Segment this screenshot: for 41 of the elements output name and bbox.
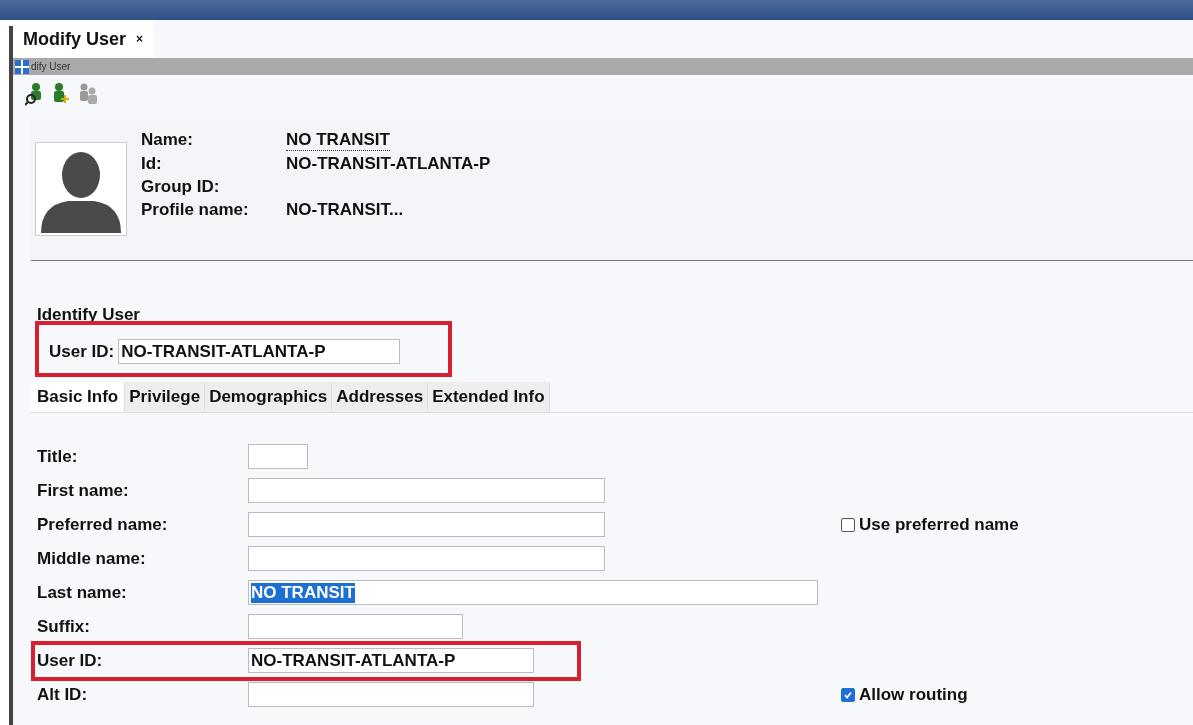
tab[interactable]: Addresses — [332, 382, 429, 412]
field-label: Profile name: — [141, 200, 249, 220]
document-tab[interactable]: Modify User × — [13, 20, 154, 58]
field-label: Middle name: — [37, 548, 147, 569]
input-field[interactable] — [248, 512, 605, 537]
checkbox-label: Allow routing — [859, 684, 968, 705]
add-user-icon[interactable] — [51, 82, 71, 106]
field-label: User ID: — [37, 650, 104, 671]
section-title: Identify User — [36, 307, 141, 321]
input-field[interactable] — [248, 444, 308, 469]
field-label: First name: — [37, 480, 130, 501]
tab[interactable]: Demographics — [205, 382, 333, 412]
check-icon — [843, 689, 853, 700]
field-value: NO-TRANSIT-ATLANTA-P — [286, 154, 491, 174]
checkbox[interactable] — [841, 517, 855, 532]
name-link[interactable]: NO TRANSIT — [286, 130, 390, 151]
close-button[interactable]: × — [136, 32, 144, 46]
field-label: Preferred name: — [37, 514, 169, 535]
subheader-title: dify User — [31, 61, 71, 72]
input-field[interactable]: NO-TRANSIT-ATLANTA-P — [248, 648, 534, 673]
input-field[interactable] — [248, 478, 605, 503]
input-field[interactable] — [248, 614, 463, 639]
checkbox[interactable] — [841, 687, 855, 702]
field-label: Name: — [141, 130, 193, 150]
field-label: Last name: — [37, 582, 128, 603]
input-field[interactable] — [248, 682, 534, 707]
user-id-field[interactable]: NO-TRANSIT-ATLANTA-P — [118, 339, 401, 364]
input-field[interactable] — [248, 546, 605, 571]
field-label: Id: — [141, 154, 162, 174]
field-value: NO-TRANSIT... — [286, 200, 404, 220]
tab[interactable]: Extended Info — [428, 382, 550, 412]
checkbox-label: Use preferred name — [859, 514, 1019, 535]
users-icon[interactable] — [77, 82, 99, 106]
field-label: Alt ID: — [37, 684, 89, 705]
tab[interactable]: Basic Info — [31, 382, 126, 412]
input-field[interactable]: NO TRANSIT — [248, 580, 818, 605]
field-label: Title: — [37, 446, 79, 467]
field-label: User ID: — [49, 341, 115, 362]
field-label: Suffix: — [37, 616, 91, 637]
field-label: Group ID: — [141, 177, 220, 197]
tab[interactable]: Privilege — [125, 382, 206, 412]
